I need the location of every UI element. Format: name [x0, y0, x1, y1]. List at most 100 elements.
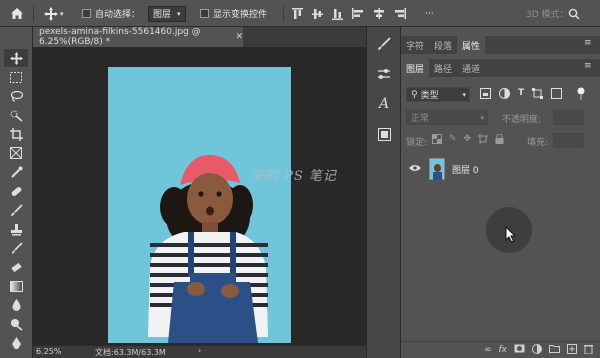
auto-select-label: 自动选择：	[95, 10, 141, 20]
align-hcenter-icon[interactable]	[373, 8, 385, 19]
more-options-icon[interactable]: ···	[425, 9, 434, 19]
watermark: 来的 PS 笔记	[251, 169, 337, 184]
options-bar: ▾ 自动选择： 图层 ▾ 显示变换控件 ··· 3D 模式：	[0, 0, 600, 27]
shape-filter-icon[interactable]	[532, 88, 544, 102]
show-transform-label: 显示变换控件	[213, 10, 268, 20]
tab-channels[interactable]: 通道	[457, 59, 485, 77]
panel-dock: A	[366, 27, 400, 358]
checkbox[interactable]	[82, 9, 91, 18]
align-icons: ···	[292, 0, 434, 27]
pen-tool-icon[interactable]	[4, 334, 28, 352]
align-left-icon[interactable]	[352, 8, 364, 19]
chevron-down-icon: ▾	[177, 9, 181, 18]
brush-settings-icon[interactable]	[375, 35, 393, 53]
chevron-down-icon: ▾	[462, 90, 466, 99]
fill-field[interactable]	[553, 133, 584, 148]
eyedropper-icon[interactable]	[4, 163, 28, 181]
link-layers-icon[interactable]: ∞	[484, 345, 492, 355]
tab-paths[interactable]: 路径	[429, 59, 457, 77]
layer-filter-dropdown[interactable]: ⚲ 类型 ▾	[406, 87, 470, 102]
align-vcenter-icon[interactable]	[312, 8, 323, 20]
properties-tab-row: 字符 段落 属性	[401, 36, 600, 54]
lock-label: 锁定:	[406, 138, 428, 148]
clone-stamp-icon[interactable]	[4, 220, 28, 238]
pixel-filter-icon[interactable]	[480, 88, 491, 102]
auto-select-checkbox[interactable]: 自动选择：	[82, 0, 140, 27]
canvas-area[interactable]: 来的 PS 笔记	[33, 47, 366, 345]
align-top-icon[interactable]	[292, 7, 303, 20]
lock-transparent-icon[interactable]	[432, 134, 442, 147]
tab-character[interactable]: 字符	[401, 36, 429, 54]
checkbox[interactable]	[200, 9, 209, 18]
lock-all-icon[interactable]	[495, 133, 504, 147]
opacity-field[interactable]	[553, 110, 584, 125]
layer-name[interactable]: 图层 0	[452, 163, 479, 176]
align-bottom-icon[interactable]	[332, 8, 343, 20]
lock-pixels-icon[interactable]: ✎	[449, 134, 457, 147]
tab-layers[interactable]: 图层	[401, 59, 430, 77]
dodge-tool-icon[interactable]	[4, 315, 28, 333]
document-tab[interactable]: pexels-amina-filkins-5561460.jpg @ 6.25%…	[33, 27, 243, 47]
lock-position-icon[interactable]: ✥	[464, 134, 472, 147]
chevron-down-icon: ▾	[480, 113, 484, 122]
status-bar: 6.25% 文档:63.3M/63.3M ›	[33, 345, 366, 358]
crop-tool-icon[interactable]	[4, 125, 28, 143]
home-icon[interactable]	[10, 0, 24, 27]
search-icon[interactable]	[568, 0, 580, 27]
panel-menu-icon[interactable]: ≡	[584, 61, 592, 71]
blur-tool-icon[interactable]	[4, 296, 28, 314]
healing-brush-icon[interactable]	[4, 182, 28, 200]
filter-kind-value: 类型	[420, 91, 439, 101]
eraser-tool-icon[interactable]	[4, 258, 28, 276]
document-photo[interactable]	[108, 67, 291, 343]
adjustments-icon[interactable]	[375, 65, 393, 83]
panel-menu-icon[interactable]: ≡	[584, 38, 592, 48]
layer-thumbnail	[429, 158, 445, 180]
document-tab-title: pexels-amina-filkins-5561460.jpg @ 6.25%…	[39, 27, 201, 47]
mode-3d-label: 3D 模式：	[526, 10, 569, 20]
gradient-tool-icon[interactable]	[4, 277, 28, 295]
document-info: 文档:63.3M/63.3M	[95, 348, 166, 357]
layer-row[interactable]: 图层 0	[401, 155, 600, 183]
close-icon[interactable]: ✕	[235, 32, 243, 42]
tab-paragraph[interactable]: 段落	[429, 36, 457, 54]
smart-object-filter-icon[interactable]	[551, 88, 563, 102]
blend-mode-value: 正常	[411, 114, 430, 124]
new-layer-icon[interactable]	[567, 343, 577, 357]
character-panel-icon[interactable]: A	[375, 95, 393, 113]
adjustment-filter-icon[interactable]	[499, 88, 510, 102]
brush-tool-icon[interactable]	[4, 201, 28, 219]
show-transform-checkbox[interactable]: 显示变换控件	[200, 0, 267, 27]
tab-properties[interactable]: 属性	[457, 36, 486, 54]
eye-icon[interactable]	[409, 164, 421, 175]
history-brush-icon[interactable]	[4, 239, 28, 257]
frame-tool-icon[interactable]	[4, 144, 28, 162]
lock-icons: ✎ ✥	[432, 133, 504, 147]
lasso-tool-icon[interactable]	[4, 87, 28, 105]
type-filter-icon[interactable]: T	[518, 88, 524, 102]
delete-layer-icon[interactable]	[584, 344, 593, 357]
dropdown-value: 图层	[153, 10, 172, 20]
align-right-icon[interactable]	[394, 8, 406, 19]
marquee-tool-icon[interactable]	[4, 68, 28, 86]
move-tool-icon[interactable]: ▾	[44, 0, 64, 27]
zoom-level[interactable]: 6.25%	[36, 347, 61, 356]
new-adjustment-icon[interactable]	[532, 343, 542, 357]
move-tool-icon[interactable]	[4, 49, 28, 67]
quick-selection-icon[interactable]	[4, 106, 28, 124]
add-mask-icon[interactable]	[514, 344, 525, 356]
blend-mode-dropdown[interactable]: 正常 ▾	[406, 110, 488, 125]
paragraph-panel-icon[interactable]	[375, 125, 393, 143]
tools-panel	[0, 27, 33, 358]
document-tab-bar: pexels-amina-filkins-5561460.jpg @ 6.25%…	[33, 27, 366, 47]
layers-bottom-toolbar: ∞ fx	[401, 341, 600, 358]
auto-select-target-dropdown[interactable]: 图层 ▾	[148, 5, 186, 22]
chevron-right-icon[interactable]: ›	[198, 346, 201, 355]
fill-label: 填充:	[527, 138, 549, 148]
lock-artboard-icon[interactable]	[478, 134, 489, 147]
filter-toggle-icon[interactable]	[577, 87, 585, 103]
layer-style-icon[interactable]: fx	[499, 345, 508, 355]
mouse-cursor-icon	[505, 225, 517, 246]
new-group-icon[interactable]	[549, 344, 560, 356]
opacity-label: 不透明度:	[502, 115, 542, 125]
